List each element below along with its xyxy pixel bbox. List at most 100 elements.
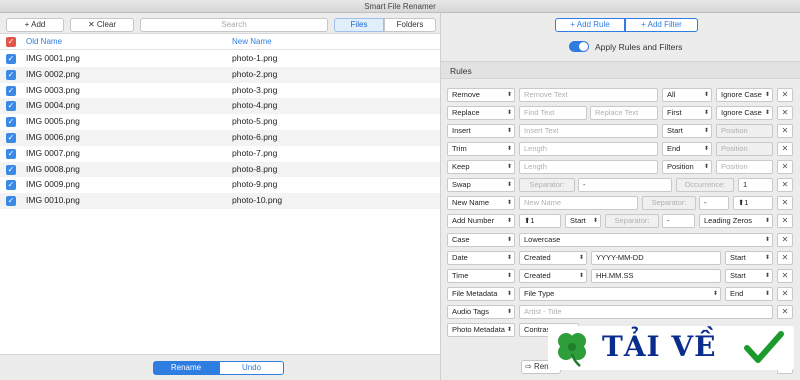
new-name-cell: photo-5.png xyxy=(232,116,278,127)
delete-rule-button[interactable]: ✕ xyxy=(777,269,793,283)
file-checkbox[interactable]: ✓ xyxy=(6,117,16,128)
file-checkbox[interactable]: ✓ xyxy=(6,148,16,159)
position-mode-select[interactable]: Position ⬍ xyxy=(662,160,712,174)
rule-type-select[interactable]: Add Number ⬍ xyxy=(447,214,515,228)
delete-rule-button[interactable]: ✕ xyxy=(777,196,793,210)
apply-rules-toggle[interactable] xyxy=(569,41,589,52)
position-mode-select[interactable]: Start ⬍ xyxy=(565,214,601,228)
position-mode-select[interactable]: Start ⬍ xyxy=(725,269,773,283)
rule-type-select[interactable]: Replace ⬍ xyxy=(447,106,515,120)
file-row[interactable]: ✓ IMG 0009.png photo-9.png xyxy=(0,177,440,193)
case-mode-select[interactable]: Lowercase ⬍ xyxy=(519,233,773,247)
folders-tab[interactable]: Folders xyxy=(384,18,436,32)
position-input[interactable]: Position xyxy=(716,160,773,174)
occurrence-input[interactable]: 1 xyxy=(738,178,773,192)
delete-rule-button[interactable]: ✕ xyxy=(777,88,793,102)
position-mode-select[interactable]: Start ⬍ xyxy=(725,251,773,265)
position-mode-select[interactable]: End ⬍ xyxy=(725,287,773,301)
delete-rule-button[interactable]: ✕ xyxy=(777,233,793,247)
file-checkbox[interactable]: ✓ xyxy=(6,54,16,64)
delete-rule-button[interactable]: ✕ xyxy=(777,305,793,319)
rule-type-select[interactable]: Date ⬍ xyxy=(447,251,515,265)
padding-select[interactable]: Leading Zeros ⬍ xyxy=(699,214,773,228)
rule-type-select[interactable]: Time ⬍ xyxy=(447,269,515,283)
rule-type-select[interactable]: Trim ⬍ xyxy=(447,142,515,156)
delete-rule-button[interactable]: ✕ xyxy=(777,142,793,156)
audio-tags-pattern-input[interactable]: Artist - Title xyxy=(519,305,773,319)
files-tab[interactable]: Files xyxy=(334,18,384,32)
new-name-cell: photo-10.png xyxy=(232,195,283,206)
rename-button[interactable]: Rename xyxy=(153,361,219,375)
old-name-column-header[interactable]: Old Name xyxy=(26,37,62,46)
replace-text-input[interactable]: Replace Text xyxy=(590,106,658,120)
scope-select[interactable]: All ⬍ xyxy=(662,88,712,102)
file-checkbox[interactable]: ✓ xyxy=(6,85,16,96)
rule-type-select[interactable]: Case ⬍ xyxy=(447,233,515,247)
file-row[interactable]: ✓ IMG 0003.png photo-3.png xyxy=(0,83,440,99)
delete-rule-button[interactable]: ✕ xyxy=(777,106,793,120)
keep-length-input[interactable]: Length xyxy=(519,160,658,174)
position-mode-select[interactable]: End ⬍ xyxy=(662,142,712,156)
rule-type-select[interactable]: Swap ⬍ xyxy=(447,178,515,192)
search-input[interactable]: Search xyxy=(140,18,328,32)
add-filter-button[interactable]: + Add Filter xyxy=(625,18,698,32)
insert-text-input[interactable]: Insert Text xyxy=(519,124,658,138)
clear-button[interactable]: ✕ Clear xyxy=(70,18,134,32)
rule-type-select[interactable]: Insert ⬍ xyxy=(447,124,515,138)
delete-rule-button[interactable]: ✕ xyxy=(777,124,793,138)
file-row[interactable]: ✓ IMG 0001.png photo-1.png xyxy=(0,51,440,67)
time-format-input[interactable]: HH.MM.SS xyxy=(591,269,721,283)
rule-type-select[interactable]: File Metadata ⬍ xyxy=(447,287,515,301)
file-checkbox[interactable]: ✓ xyxy=(6,133,16,143)
position-mode-select[interactable]: Start ⬍ xyxy=(662,124,712,138)
file-row[interactable]: ✓ IMG 0008.png photo-8.png xyxy=(0,161,440,178)
file-checkbox[interactable]: ✓ xyxy=(6,164,16,175)
date-format-input[interactable]: YYYY-MM-DD xyxy=(591,251,721,265)
remove-text-input[interactable]: Remove Text xyxy=(519,88,658,102)
separator-input[interactable]: - xyxy=(578,178,672,192)
undo-button[interactable]: Undo xyxy=(219,361,284,375)
start-number-stepper[interactable]: ⬆1 xyxy=(519,214,561,228)
new-name-column-header[interactable]: New Name xyxy=(232,37,272,46)
rule-type-select[interactable]: Audio Tags ⬍ xyxy=(447,305,515,319)
metadata-field-select[interactable]: File Type ⬍ xyxy=(519,287,721,301)
file-row[interactable]: ✓ IMG 0007.png photo-7.png xyxy=(0,146,440,162)
separator-input[interactable]: - xyxy=(662,214,695,228)
case-select[interactable]: Ignore Case ⬍ xyxy=(716,88,773,102)
delete-rule-button[interactable]: ✕ xyxy=(777,251,793,265)
delete-rule-button[interactable]: ✕ xyxy=(777,287,793,301)
file-row[interactable]: ✓ IMG 0010.png photo-10.png xyxy=(0,193,440,209)
new-name-input[interactable]: New Name xyxy=(519,196,638,210)
checkmark-icon xyxy=(744,331,784,363)
file-row[interactable]: ✓ IMG 0006.png photo-6.png xyxy=(0,130,440,146)
add-files-button[interactable]: + Add xyxy=(6,18,64,32)
file-row[interactable]: ✓ IMG 0002.png photo-2.png xyxy=(0,66,440,83)
position-input[interactable]: Position xyxy=(716,142,773,156)
file-checkbox[interactable]: ✓ xyxy=(6,101,16,112)
time-source-select[interactable]: Created ⬍ xyxy=(519,269,587,283)
rule-type-select[interactable]: Remove ⬍ xyxy=(447,88,515,102)
new-name-cell: photo-6.png xyxy=(232,132,278,142)
find-text-input[interactable]: Find Text xyxy=(519,106,587,120)
scope-select[interactable]: First ⬍ xyxy=(662,106,712,120)
start-number-stepper[interactable]: ⬆1 xyxy=(733,196,773,210)
rule-type-select[interactable]: Keep ⬍ xyxy=(447,160,515,174)
file-checkbox[interactable]: ✓ xyxy=(6,180,16,191)
trim-length-input[interactable]: Length xyxy=(519,142,658,156)
position-input[interactable]: Position xyxy=(716,124,773,138)
add-rule-button[interactable]: + Add Rule xyxy=(555,18,625,32)
file-checkbox[interactable]: ✓ xyxy=(6,69,16,80)
file-checkbox[interactable]: ✓ xyxy=(6,196,16,207)
select-all-checkbox[interactable]: ✓ xyxy=(6,37,16,47)
delete-rule-button[interactable]: ✕ xyxy=(777,214,793,228)
delete-rule-button[interactable]: ✕ xyxy=(777,160,793,174)
file-row[interactable]: ✓ IMG 0005.png photo-5.png xyxy=(0,114,440,130)
file-row[interactable]: ✓ IMG 0004.png photo-4.png xyxy=(0,98,440,115)
rule-type-select[interactable]: New Name ⬍ xyxy=(447,196,515,210)
date-source-select[interactable]: Created ⬍ xyxy=(519,251,587,265)
rule-type-select[interactable]: Photo Metadata ⬍ xyxy=(447,323,515,337)
separator-input[interactable]: - xyxy=(699,196,729,210)
close-icon: ✕ xyxy=(87,20,97,29)
delete-rule-button[interactable]: ✕ xyxy=(777,178,793,192)
case-select[interactable]: Ignore Case ⬍ xyxy=(716,106,773,120)
